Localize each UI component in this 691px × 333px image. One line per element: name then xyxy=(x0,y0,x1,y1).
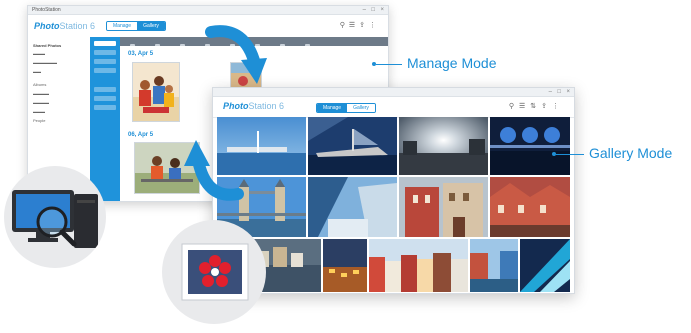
gallery-photo[interactable] xyxy=(308,117,397,175)
gallery-photo[interactable] xyxy=(520,239,570,292)
gallery-photo[interactable] xyxy=(399,177,488,237)
gallery-photo[interactable] xyxy=(369,239,468,292)
gallery-photo[interactable] xyxy=(399,117,488,175)
brand-light: Station 6 xyxy=(59,21,96,31)
gallery-photo[interactable] xyxy=(323,239,367,292)
gallery-photo[interactable] xyxy=(308,177,397,237)
date-heading: 03, Apr 5 xyxy=(128,51,154,57)
folder-row[interactable] xyxy=(94,105,116,110)
gallery-header: PhotoStation 6 Manage Gallery ⚲☰⇅⇪⋮ xyxy=(213,97,574,118)
family-photo xyxy=(133,63,179,121)
folder-row[interactable] xyxy=(94,50,116,55)
folder-row[interactable] xyxy=(94,59,116,64)
computer-circle xyxy=(4,166,106,268)
sidebar-section-shared[interactable]: Shared Photos xyxy=(33,43,90,48)
graphic-art-photo xyxy=(520,239,570,292)
brand-bold: Photo xyxy=(223,101,249,111)
callout-line xyxy=(556,153,584,155)
sunset-square-photo xyxy=(399,117,488,175)
close-icon[interactable]: × xyxy=(566,88,570,96)
minimize-icon[interactable]: – xyxy=(363,6,366,14)
maximize-icon[interactable]: □ xyxy=(557,88,561,96)
photo-thumbnail[interactable] xyxy=(132,62,180,122)
curved-arrow-icon xyxy=(184,140,244,201)
filter-icon[interactable]: ☰ xyxy=(519,103,530,110)
search-icon[interactable]: ⚲ xyxy=(340,22,349,29)
upload-icon[interactable]: ⇪ xyxy=(541,103,552,110)
sort-icon[interactable]: ⇅ xyxy=(530,103,541,110)
gallery-tab[interactable]: Gallery xyxy=(347,104,375,112)
more-icon[interactable]: ⋮ xyxy=(552,103,564,110)
manage-toolbar-icons: ⚲☰⇪⋮ xyxy=(340,21,380,29)
winter-street-photo xyxy=(308,177,397,237)
upload-icon[interactable]: ⇪ xyxy=(359,22,369,29)
brand-bold: Photo xyxy=(34,21,60,31)
sidebar-item[interactable]: ▬▬▬▬ xyxy=(33,100,90,105)
sidebar-item[interactable]: ▬▬ xyxy=(33,69,90,74)
manage-mode-callout: Manage Mode xyxy=(372,55,497,71)
folder-row[interactable] xyxy=(94,41,116,46)
close-icon[interactable]: × xyxy=(380,6,384,14)
manage-tab[interactable]: Manage xyxy=(107,22,138,30)
mode-toggle: Manage Gallery xyxy=(106,21,166,31)
computer-magnifier-icon xyxy=(12,190,98,248)
window-title: PhotoStation xyxy=(32,7,61,13)
photo-circle xyxy=(162,220,266,324)
gallery-photo[interactable] xyxy=(470,239,518,292)
night-city-photo xyxy=(323,239,367,292)
folder-row[interactable] xyxy=(94,68,116,73)
bryggen-photo xyxy=(490,177,570,237)
sidebar-item[interactable]: ▬▬▬ xyxy=(33,109,90,114)
folder-panel xyxy=(90,37,120,201)
gallery-mode-callout: Gallery Mode xyxy=(552,145,672,161)
red-building-photo xyxy=(399,177,488,237)
sidebar-section-albums[interactable]: Albums xyxy=(33,82,90,87)
ship-photo xyxy=(308,117,397,175)
curved-arrow-icon xyxy=(205,25,267,84)
gallery-mode-label: Gallery Mode xyxy=(589,145,673,161)
app-logo[interactable]: PhotoStation 6 xyxy=(34,21,95,31)
gallery-mode-window: – □ × PhotoStation 6 Manage Gallery ⚲☰⇅⇪… xyxy=(212,87,575,294)
manage-tab[interactable]: Manage xyxy=(317,104,348,112)
search-icon[interactable]: ⚲ xyxy=(509,103,519,110)
app-logo[interactable]: PhotoStation 6 xyxy=(223,101,284,111)
sidebar-item[interactable]: ▬▬▬▬ xyxy=(33,91,90,96)
mode-toggle: Manage Gallery xyxy=(316,103,376,113)
brand-light: Station 6 xyxy=(248,101,285,111)
minimize-icon[interactable]: – xyxy=(549,88,552,96)
colorful-houses-photo xyxy=(369,239,468,292)
folder-row[interactable] xyxy=(94,87,116,92)
sidebar-section-people[interactable]: People xyxy=(33,118,90,123)
maximize-icon[interactable]: □ xyxy=(371,6,375,14)
sidebar-item[interactable]: ▬▬▬▬▬▬ xyxy=(33,60,90,65)
callout-line xyxy=(376,63,402,65)
more-icon[interactable]: ⋮ xyxy=(369,22,380,29)
gallery-window-titlebar: – □ × xyxy=(213,88,574,97)
gallery-toolbar-icons: ⚲☰⇅⇪⋮ xyxy=(509,102,564,110)
sidebar-item[interactable]: ▬▬▬ xyxy=(33,51,90,56)
canal-photo xyxy=(470,239,518,292)
folder-row[interactable] xyxy=(94,96,116,101)
filter-icon[interactable]: ☰ xyxy=(349,22,359,29)
gallery-photo[interactable] xyxy=(490,177,570,237)
date-heading: 06, Apr 5 xyxy=(128,132,154,138)
flower-photo-icon xyxy=(181,243,249,301)
gallery-tab[interactable]: Gallery xyxy=(137,22,165,30)
manage-window-titlebar: PhotoStation – □ × xyxy=(28,6,388,15)
manage-mode-label: Manage Mode xyxy=(407,55,497,71)
